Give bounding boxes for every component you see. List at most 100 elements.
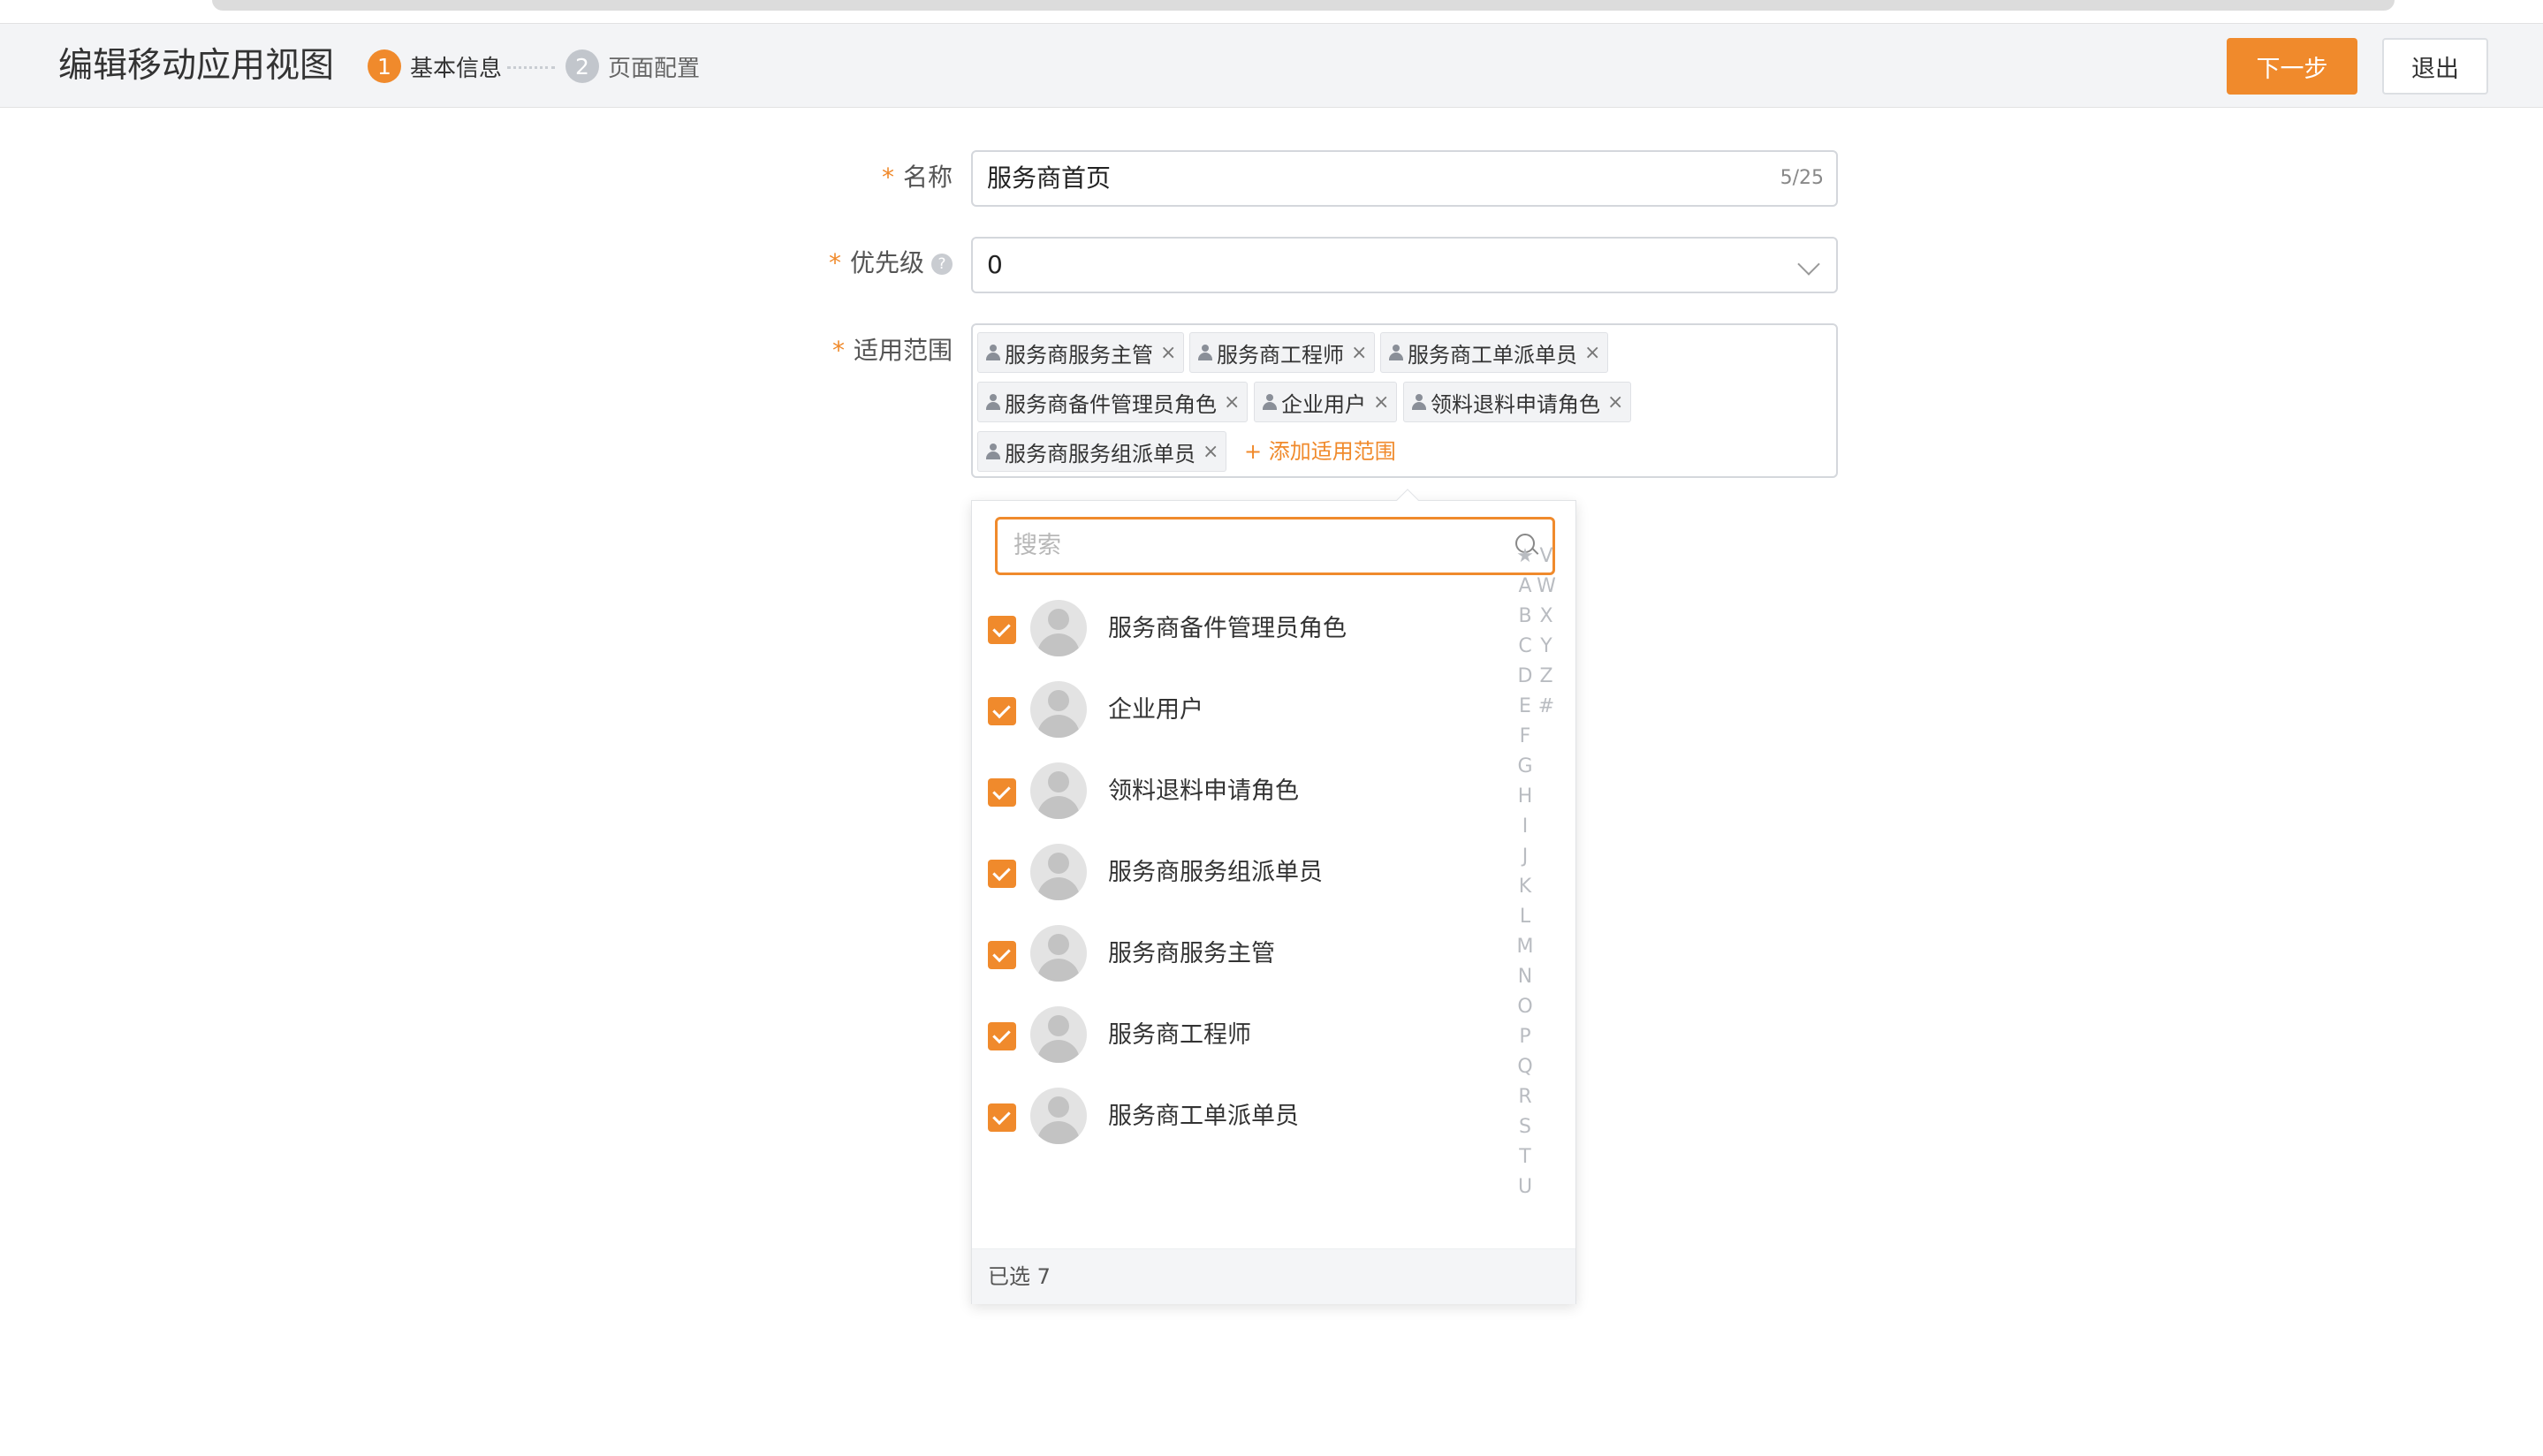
char-counter: 5/25: [1780, 167, 1824, 189]
role-icon: [985, 344, 1001, 361]
index-letter[interactable]: K: [1514, 872, 1536, 902]
checkbox[interactable]: [988, 1022, 1016, 1050]
list-item[interactable]: 企业用户: [988, 679, 1483, 741]
name-label: * 名称: [776, 160, 953, 195]
tag-label: 服务商服务主管: [1005, 342, 1153, 368]
checkbox[interactable]: [988, 941, 1016, 969]
step-label: 页面配置: [608, 55, 701, 82]
add-scope-link[interactable]: + 添加适用范围: [1244, 431, 1396, 472]
step-connector: [507, 66, 555, 69]
close-icon[interactable]: ×: [1203, 441, 1218, 463]
role-icon: [985, 443, 1001, 460]
role-icon: [985, 393, 1001, 411]
required-mark: *: [881, 163, 894, 192]
dropdown-arrow: [1396, 489, 1419, 512]
scope-label-text: 适用范围: [853, 336, 953, 365]
checkbox[interactable]: [988, 778, 1016, 807]
list-item[interactable]: 服务商工单派单员: [988, 1086, 1483, 1148]
index-letter[interactable]: Y: [1536, 632, 1557, 662]
help-icon[interactable]: ?: [931, 254, 953, 275]
index-letter[interactable]: S: [1514, 1112, 1536, 1142]
index-letter[interactable]: B: [1514, 602, 1536, 632]
next-step-button[interactable]: 下一步: [2227, 38, 2357, 95]
index-letter[interactable]: L: [1514, 902, 1536, 932]
scope-label: * 适用范围: [776, 333, 953, 368]
required-mark: *: [828, 248, 841, 277]
item-name: 领料退料申请角色: [1108, 777, 1299, 805]
index-letter[interactable]: J: [1514, 842, 1536, 872]
checkbox[interactable]: [988, 616, 1016, 644]
page-header: 编辑移动应用视图 1 基本信息 2 页面配置 下一步 退出: [0, 23, 2543, 108]
index-letter[interactable]: U: [1514, 1172, 1536, 1202]
page-title: 编辑移动应用视图: [58, 46, 335, 86]
step-number: 2: [566, 49, 599, 83]
avatar: [1030, 681, 1087, 738]
priority-select[interactable]: 0: [971, 237, 1838, 293]
chevron-down-icon: [1797, 253, 1820, 276]
close-icon[interactable]: ×: [1351, 342, 1367, 364]
step-basic-info[interactable]: 1 基本信息: [368, 47, 502, 86]
avatar: [1030, 1088, 1087, 1144]
role-icon: [1262, 393, 1278, 411]
close-icon[interactable]: ×: [1224, 391, 1240, 413]
tag-label: 服务商服务组派单员: [1005, 441, 1196, 466]
index-letter[interactable]: V: [1536, 542, 1557, 572]
index-letter[interactable]: N: [1514, 962, 1536, 992]
index-letter[interactable]: ★: [1514, 542, 1536, 572]
tag-label: 服务商备件管理员角色: [1005, 391, 1217, 417]
index-letter[interactable]: X: [1536, 602, 1557, 632]
scope-tag: 服务商工单派单员 ×: [1380, 332, 1609, 373]
list-item[interactable]: 服务商服务组派单员: [988, 842, 1483, 904]
list-item[interactable]: 服务商服务主管: [988, 923, 1483, 985]
exit-button[interactable]: 退出: [2382, 38, 2488, 95]
index-letter[interactable]: E: [1514, 692, 1536, 722]
priority-label-text: 优先级: [849, 248, 924, 277]
index-letter[interactable]: W: [1536, 572, 1557, 602]
list-item[interactable]: 领料退料申请角色: [988, 761, 1483, 823]
index-letter[interactable]: C: [1514, 632, 1536, 662]
scope-tag: 企业用户 ×: [1254, 382, 1398, 422]
index-letter[interactable]: #: [1536, 692, 1557, 722]
search-placeholder: 搜索: [1013, 532, 1061, 559]
step-number: 1: [368, 49, 401, 83]
selected-count: 已选 7: [988, 1264, 1051, 1289]
index-letter[interactable]: O: [1514, 992, 1536, 1022]
index-letter[interactable]: M: [1514, 932, 1536, 962]
close-icon[interactable]: ×: [1607, 391, 1623, 413]
index-letter[interactable]: Q: [1514, 1052, 1536, 1082]
avatar: [1030, 762, 1087, 819]
index-letter[interactable]: D: [1514, 662, 1536, 692]
scope-tag: 服务商服务组派单员 ×: [977, 431, 1227, 472]
tag-label: 服务商工单派单员: [1408, 342, 1577, 368]
scope-tag: 服务商服务主管 ×: [977, 332, 1185, 373]
scope-picker-dropdown: 搜索 服务商备件管理员角色 企业用户 领料退料申请角色 服务商服务组派单员 服务…: [971, 489, 1576, 1304]
step-page-config[interactable]: 2 页面配置: [566, 47, 700, 86]
close-icon[interactable]: ×: [1160, 342, 1176, 364]
close-icon[interactable]: ×: [1584, 342, 1600, 364]
role-icon: [1411, 393, 1427, 411]
item-name: 服务商备件管理员角色: [1108, 615, 1347, 642]
checkbox[interactable]: [988, 1103, 1016, 1132]
index-letter[interactable]: Z: [1536, 662, 1557, 692]
close-icon[interactable]: ×: [1373, 391, 1389, 413]
checkbox[interactable]: [988, 697, 1016, 725]
item-name: 企业用户: [1108, 696, 1203, 724]
avatar: [1030, 600, 1087, 656]
checkbox[interactable]: [988, 860, 1016, 888]
list-item[interactable]: 服务商工程师: [988, 1005, 1483, 1066]
name-input-value: 服务商首页: [987, 163, 1112, 193]
name-input[interactable]: 服务商首页 5/25: [971, 150, 1838, 207]
index-letter[interactable]: H: [1514, 782, 1536, 812]
index-letter[interactable]: I: [1514, 812, 1536, 842]
index-letter[interactable]: T: [1514, 1142, 1536, 1172]
step-label: 基本信息: [410, 55, 503, 82]
index-letter[interactable]: R: [1514, 1082, 1536, 1112]
index-letter[interactable]: G: [1514, 752, 1536, 782]
index-letter[interactable]: A: [1514, 572, 1536, 602]
list-item[interactable]: 服务商备件管理员角色: [988, 598, 1483, 660]
index-letter[interactable]: P: [1514, 1022, 1536, 1052]
scope-tag-input[interactable]: 服务商服务主管 × 服务商工程师 × 服务商工单派单员 × 服务商备件管理员角色 × 企…: [971, 323, 1838, 478]
index-letter[interactable]: F: [1514, 722, 1536, 752]
search-input[interactable]: 搜索: [995, 517, 1555, 575]
selection-footer: 已选 7: [972, 1248, 1575, 1304]
